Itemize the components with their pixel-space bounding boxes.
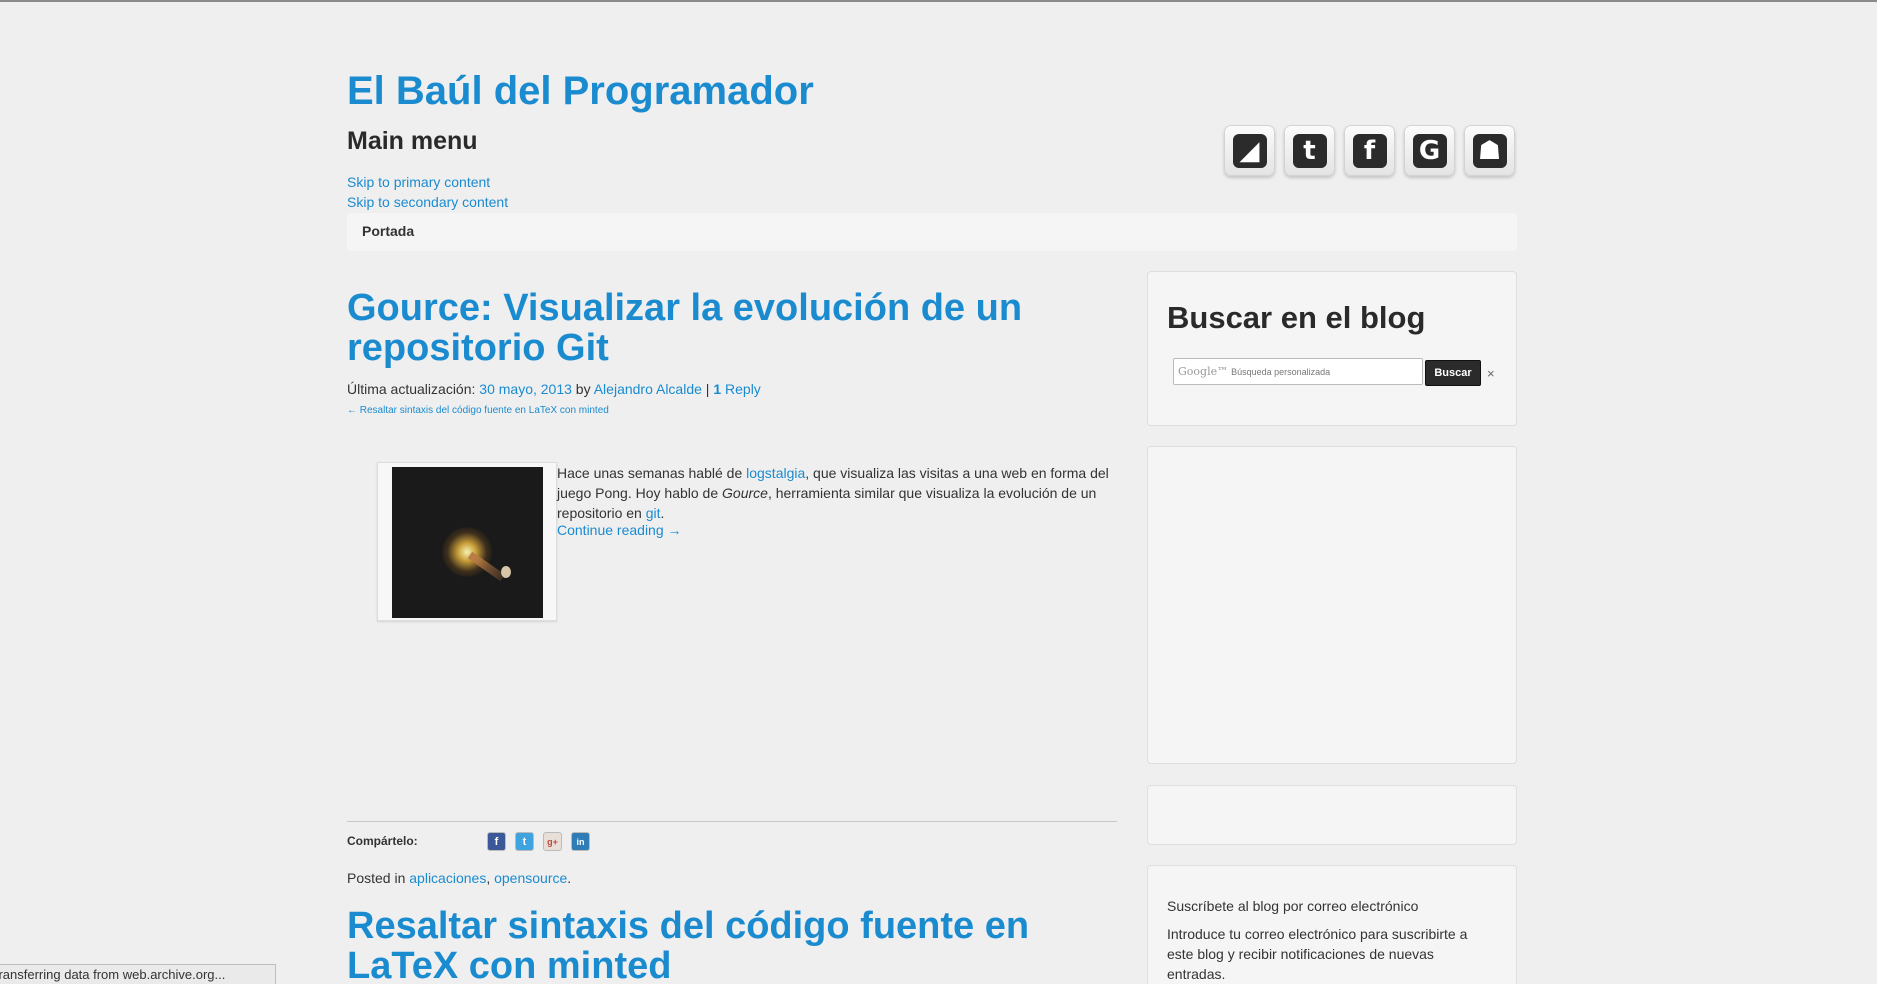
subscribe-description: Introduce tu correo electrónico para sus…: [1167, 926, 1468, 982]
share-label: Compártelo:: [347, 834, 418, 848]
twitter-share-icon[interactable]: t: [515, 832, 534, 851]
author-link[interactable]: Alejandro Alcalde: [594, 381, 702, 397]
rss-icon: ◢: [1232, 133, 1267, 168]
post-meta: Última actualización: 30 mayo, 2013 by A…: [347, 381, 761, 397]
github-icon: ☗: [1472, 133, 1507, 168]
main-menu-heading: Main menu: [347, 127, 478, 155]
linkedin-share-icon[interactable]: in: [571, 832, 590, 851]
meta-prefix: Última actualización:: [347, 381, 476, 397]
reply-count: 1: [713, 381, 722, 397]
googleplus-share-icon[interactable]: g+: [543, 832, 562, 851]
gource-screenshot-image: [392, 467, 543, 618]
rss-button[interactable]: ◢: [1224, 125, 1275, 176]
reply-label: Reply: [725, 381, 761, 397]
post-title[interactable]: Gource: Visualizar la evolución de un re…: [347, 288, 1087, 368]
posted-in: Posted in aplicaciones, opensource.: [347, 870, 572, 886]
subscribe-title: Suscríbete al blog por correo electrónic…: [1167, 898, 1419, 914]
twitter-button[interactable]: t: [1284, 125, 1335, 176]
meta-by: by: [575, 381, 591, 397]
git-link[interactable]: git: [646, 505, 661, 521]
post-date-link[interactable]: 30 mayo, 2013: [479, 381, 572, 397]
twitter-icon: t: [1292, 133, 1327, 168]
window-top-border: [0, 0, 1877, 2]
post2-title[interactable]: Resaltar sintaxis del código fuente en L…: [347, 906, 1087, 984]
status-text: Transferring data from web.archive.org..…: [0, 967, 226, 982]
previous-post-link[interactable]: ← Resaltar sintaxis del código fuente en…: [347, 405, 609, 416]
category-opensource-link[interactable]: opensource: [494, 870, 567, 886]
meta-separator: |: [705, 381, 710, 397]
google-brand-label: Google™: [1178, 365, 1229, 378]
search-input[interactable]: Google™ Búsqueda personalizada: [1173, 358, 1423, 385]
reply-link[interactable]: 1 Reply: [713, 381, 760, 397]
post-thumbnail[interactable]: [377, 462, 557, 621]
facebook-button[interactable]: f: [1344, 125, 1395, 176]
subscribe-widget: Suscríbete al blog por correo electrónic…: [1147, 865, 1517, 984]
clear-search-icon[interactable]: ×: [1487, 366, 1495, 381]
continue-reading-link[interactable]: Continue reading →: [557, 522, 682, 538]
ad-widget: [1147, 446, 1517, 764]
browser-status-bar: Transferring data from web.archive.org..…: [0, 964, 276, 984]
search-widget-title: Buscar en el blog: [1167, 300, 1426, 335]
github-button[interactable]: ☗: [1464, 125, 1515, 176]
skip-primary-link[interactable]: Skip to primary content: [347, 174, 490, 190]
share-divider: [347, 821, 1117, 822]
search-button[interactable]: Buscar: [1425, 360, 1481, 386]
nav-item-portada[interactable]: Portada: [362, 223, 414, 239]
post-excerpt: Hace unas semanas hablé de logstalgia, q…: [557, 465, 1109, 521]
facebook-share-icon[interactable]: f: [487, 832, 506, 851]
facebook-icon: f: [1352, 133, 1387, 168]
nav-bar: Portada: [347, 213, 1517, 251]
search-widget: Buscar en el blog Google™ Búsqueda person…: [1147, 271, 1517, 426]
site-title[interactable]: El Baúl del Programador: [347, 69, 814, 114]
logstalgia-link[interactable]: logstalgia: [746, 465, 805, 481]
google-button[interactable]: G: [1404, 125, 1455, 176]
search-placeholder: Búsqueda personalizada: [1231, 367, 1331, 377]
google-icon: G: [1412, 133, 1447, 168]
empty-widget: [1147, 785, 1517, 845]
skip-secondary-link[interactable]: Skip to secondary content: [347, 194, 508, 210]
category-aplicaciones-link[interactable]: aplicaciones: [409, 870, 486, 886]
